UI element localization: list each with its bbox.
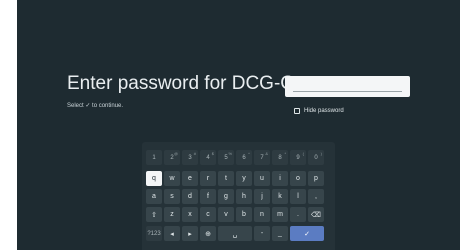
key-7[interactable]: 7 & [254, 150, 270, 165]
key-u[interactable]: u [254, 171, 270, 186]
key-x[interactable]: x [182, 207, 198, 222]
key-h[interactable]: h [236, 189, 252, 204]
hide-password-checkbox[interactable] [294, 108, 300, 114]
key-dash[interactable]: - [254, 226, 270, 241]
key-j[interactable]: j [254, 189, 270, 204]
password-screen: Enter password for DCG-G Select ✓ to con… [17, 0, 460, 250]
password-input[interactable] [285, 76, 410, 97]
key-3[interactable]: 3 # [182, 150, 198, 165]
space-key[interactable]: ␣ [218, 226, 252, 241]
hint-text: Select ✓ to continue. [67, 103, 124, 109]
key-5[interactable]: 5% [218, 150, 234, 165]
on-screen-keyboard: 1 2 @ 3 # 4 $ 5% 6 ^ 7 & 8 * 9( 0) q w e r t y… [142, 142, 335, 250]
hide-password-toggle[interactable]: Hide password [294, 108, 344, 114]
key-6[interactable]: 6 ^ [236, 150, 252, 165]
key-r[interactable]: r [200, 171, 216, 186]
key-l[interactable]: l [290, 189, 306, 204]
key-period[interactable]: . [290, 207, 306, 222]
globe-icon[interactable]: ⊕ [200, 226, 216, 241]
key-t[interactable]: t [218, 171, 234, 186]
confirm-checkmark-icon[interactable]: ✓ [290, 226, 324, 241]
hide-password-label: Hide password [304, 108, 344, 114]
shift-icon[interactable]: ⇧ [146, 207, 162, 222]
key-8[interactable]: 8 * [272, 150, 288, 165]
backspace-icon[interactable]: ⌫ [308, 207, 324, 222]
key-y[interactable]: y [236, 171, 252, 186]
key-z[interactable]: z [164, 207, 180, 222]
key-o[interactable]: o [290, 171, 306, 186]
key-g[interactable]: g [218, 189, 234, 204]
key-4[interactable]: 4 $ [200, 150, 216, 165]
symbols-key[interactable]: ?123 [146, 226, 162, 241]
page-title: Enter password for DCG-G [67, 73, 296, 94]
key-f[interactable]: f [200, 189, 216, 204]
key-e[interactable]: e [182, 171, 198, 186]
key-0[interactable]: 0) [308, 150, 324, 165]
key-n[interactable]: n [254, 207, 270, 222]
key-w[interactable]: w [164, 171, 180, 186]
key-comma[interactable]: , [308, 189, 324, 204]
key-d[interactable]: d [182, 189, 198, 204]
key-c[interactable]: c [200, 207, 216, 222]
key-underscore[interactable]: _ [272, 226, 288, 241]
key-k[interactable]: k [272, 189, 288, 204]
key-s[interactable]: s [164, 189, 180, 204]
key-1[interactable]: 1 [146, 150, 162, 165]
key-2[interactable]: 2 @ [164, 150, 180, 165]
key-m[interactable]: m [272, 207, 288, 222]
key-p[interactable]: p [308, 171, 324, 186]
key-i[interactable]: i [272, 171, 288, 186]
input-underline [293, 91, 402, 92]
key-9[interactable]: 9( [290, 150, 306, 165]
key-v[interactable]: v [218, 207, 234, 222]
key-q[interactable]: q [146, 171, 162, 186]
cursor-left-icon[interactable]: ◂ [164, 226, 180, 241]
key-b[interactable]: b [236, 207, 252, 222]
key-a[interactable]: a [146, 189, 162, 204]
cursor-right-icon[interactable]: ▸ [182, 226, 198, 241]
